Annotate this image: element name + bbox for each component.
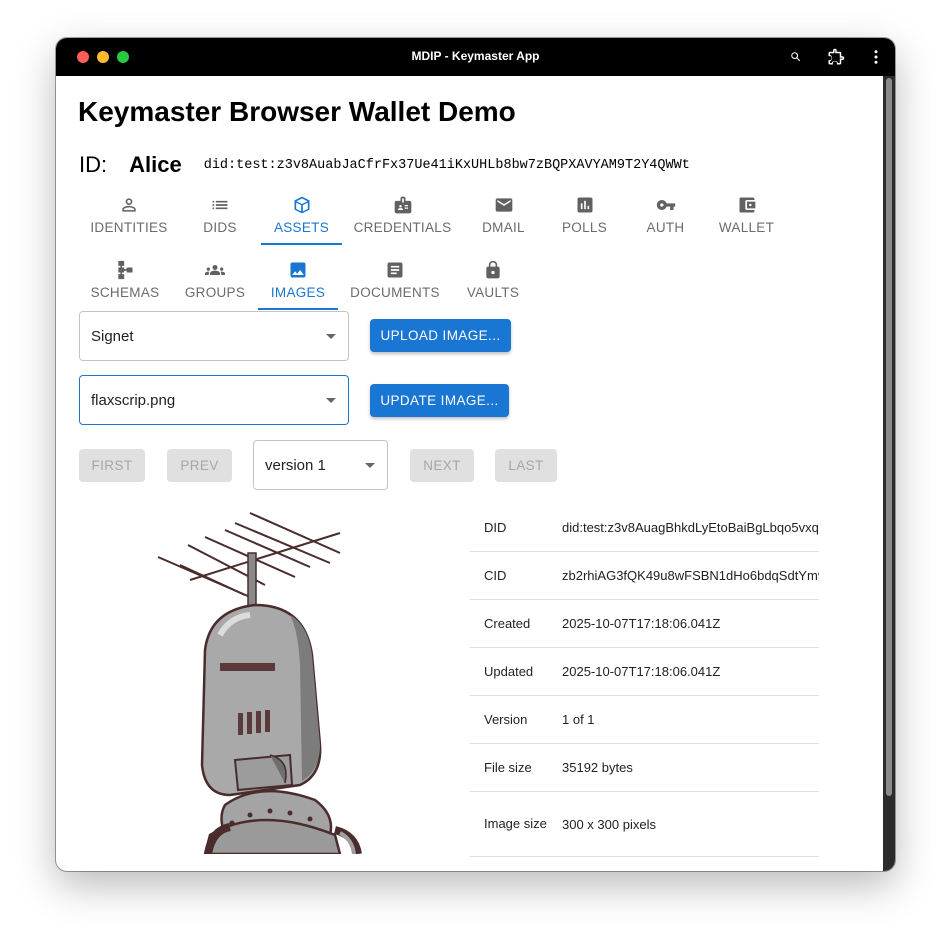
tab-label: POLLS — [561, 220, 608, 235]
table-row: Version 1 of 1 — [470, 696, 819, 744]
tab-groups[interactable]: GROUPS — [182, 252, 248, 310]
detail-key: File size — [484, 759, 532, 775]
poll-icon — [577, 197, 592, 213]
extensions-icon[interactable] — [827, 48, 845, 66]
update-image-button[interactable]: UPDATE IMAGE... — [370, 384, 509, 417]
tab-label: SCHEMAS — [90, 285, 160, 300]
tab-label: ASSETS — [273, 220, 330, 235]
detail-key: Updated — [484, 663, 534, 679]
detail-key: CID — [484, 567, 507, 583]
tab-auth[interactable]: AUTH — [639, 187, 692, 245]
tab-identities[interactable]: IDENTITIES — [87, 187, 171, 245]
detail-key: Image size — [484, 816, 547, 831]
chevron-down-icon — [326, 334, 336, 339]
tab-label: IMAGES — [270, 285, 326, 300]
cube-icon — [294, 196, 309, 214]
tab-schemas[interactable]: SCHEMAS — [88, 252, 162, 310]
image-select-value: flaxscrip.png — [91, 391, 176, 409]
tab-label: DMAIL — [482, 220, 525, 235]
zoom-icon[interactable] — [787, 48, 805, 66]
detail-value: 2025-10-07T17:18:06.041Z — [562, 664, 721, 679]
lock-icon — [486, 260, 500, 279]
detail-key: Created — [484, 615, 531, 631]
more-menu-icon[interactable] — [867, 48, 885, 66]
tab-documents[interactable]: DOCUMENTS — [348, 252, 442, 310]
tab-label: AUTH — [646, 220, 685, 235]
page-title: Keymaster Browser Wallet Demo — [78, 96, 516, 127]
tab-label: GROUPS — [184, 285, 246, 300]
chevron-down-icon — [365, 463, 375, 468]
scrollbar-thumb[interactable] — [886, 78, 892, 796]
detail-value: 300 x 300 pixels — [562, 816, 656, 832]
table-row: Created 2025-10-07T17:18:06.041Z — [470, 600, 819, 648]
table-row: DID did:test:z3v8AuagBhkdLyEtoBaiBgLbqo5… — [470, 504, 819, 552]
wallet-icon — [739, 197, 755, 213]
mail-icon — [495, 198, 512, 212]
version-select[interactable]: version 1 — [253, 440, 388, 490]
person-icon — [122, 198, 136, 212]
schema-icon — [118, 260, 133, 280]
tab-label: DOCUMENTS — [350, 285, 440, 300]
tab-wallet[interactable]: WALLET — [714, 187, 779, 245]
badge-icon — [394, 196, 411, 214]
title-bar: MDIP - Keymaster App — [56, 38, 895, 76]
tab-label: WALLET — [718, 220, 775, 235]
detail-value: 35192 bytes — [562, 760, 633, 775]
id-label: ID: — [79, 152, 108, 177]
identity-name: Alice — [129, 152, 182, 177]
tab-images[interactable]: IMAGES — [258, 252, 338, 310]
identity-row: ID: Alice did:test:z3v8AuabJaCfrFx37Ue41… — [79, 151, 690, 179]
document-icon — [387, 262, 403, 278]
prev-button[interactable]: PREV — [167, 449, 232, 482]
detail-value: zb2rhiAG3fQK49u8wFSBN1dHo6bdqSdtYm9 — [562, 568, 819, 583]
tab-label: IDENTITIES — [90, 220, 168, 235]
groups-icon — [205, 265, 225, 275]
table-row: CID zb2rhiAG3fQK49u8wFSBN1dHo6bdqSdtYm9 — [470, 552, 819, 600]
table-row: Updated 2025-10-07T17:18:06.041Z — [470, 648, 819, 696]
tab-label: CREDENTIALS — [353, 220, 452, 235]
version-select-value: version 1 — [265, 456, 326, 474]
tab-polls[interactable]: POLLS — [555, 187, 614, 245]
table-row: File size 35192 bytes — [470, 744, 819, 792]
key-icon — [656, 200, 675, 210]
list-icon — [212, 200, 228, 210]
tab-assets[interactable]: ASSETS — [261, 187, 342, 245]
detail-key: DID — [484, 519, 507, 535]
tab-dids[interactable]: DIDS — [191, 187, 249, 245]
tab-label: DIDS — [203, 220, 237, 235]
image-icon — [290, 262, 306, 278]
image-details-table: DID did:test:z3v8AuagBhkdLyEtoBaiBgLbqo5… — [470, 504, 819, 857]
window-title: MDIP - Keymaster App — [411, 49, 540, 63]
registry-select[interactable]: Signet — [79, 311, 349, 361]
image-select[interactable]: flaxscrip.png — [79, 375, 349, 425]
tab-vaults[interactable]: VAULTS — [463, 252, 523, 310]
upload-image-button[interactable]: UPLOAD IMAGE... — [370, 319, 511, 352]
chevron-down-icon — [326, 398, 336, 403]
table-row: Image size 300 x 300 pixels — [470, 792, 819, 857]
last-button[interactable]: LAST — [495, 449, 557, 482]
scrollbar[interactable] — [883, 76, 895, 871]
detail-value: 1 of 1 — [562, 712, 595, 727]
first-button[interactable]: FIRST — [79, 449, 145, 482]
asset-image — [150, 505, 365, 854]
tab-credentials[interactable]: CREDENTIALS — [352, 187, 453, 245]
tab-label: VAULTS — [466, 285, 520, 300]
identity-did: did:test:z3v8AuabJaCfrFx37Ue41iKxUHLb8bw… — [203, 157, 690, 173]
registry-select-value: Signet — [91, 327, 134, 345]
detail-key: Version — [484, 711, 528, 727]
detail-value: 2025-10-07T17:18:06.041Z — [562, 616, 721, 631]
tab-dmail[interactable]: DMAIL — [474, 187, 533, 245]
next-button[interactable]: NEXT — [410, 449, 474, 482]
detail-value: did:test:z3v8AuagBhkdLyEtoBaiBgLbqo5vxqI — [562, 520, 819, 535]
